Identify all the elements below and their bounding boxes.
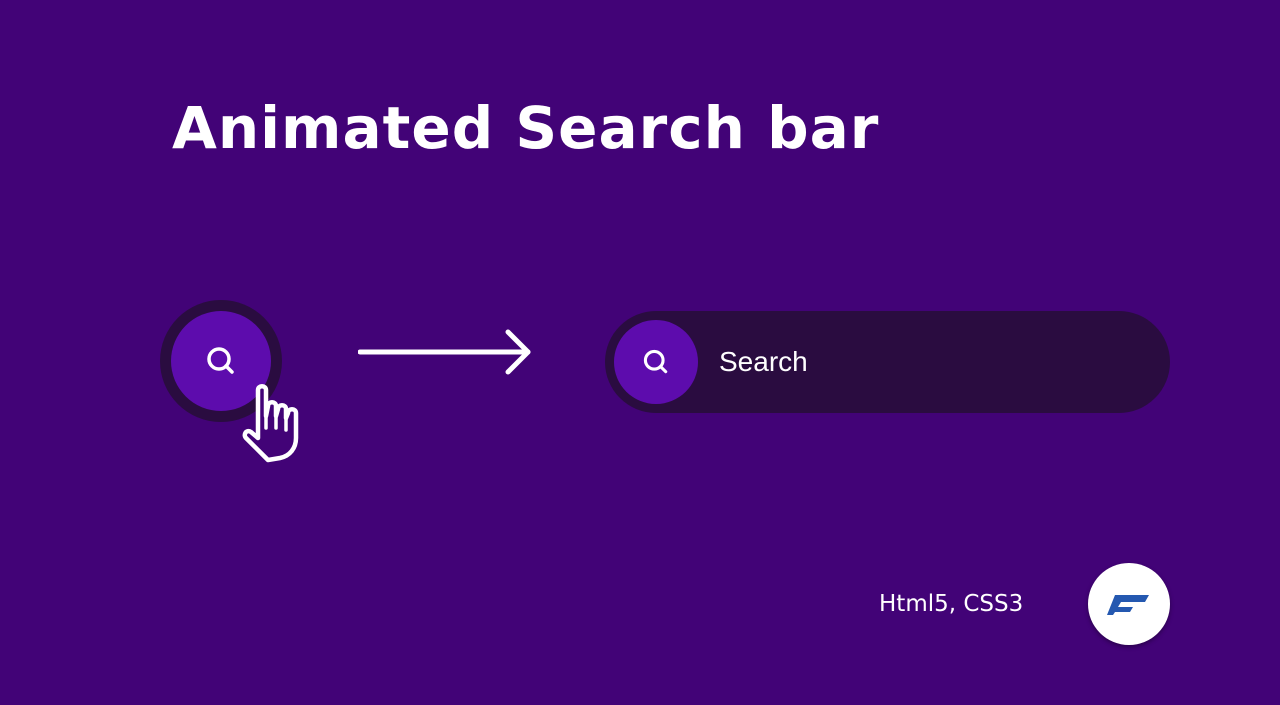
brand-logo — [1088, 563, 1170, 645]
arrow-right-icon — [358, 329, 531, 375]
expanded-search-bar — [605, 311, 1170, 413]
hand-pointer-icon — [242, 384, 299, 463]
search-icon — [207, 347, 234, 374]
tech-stack-label: Html5, CSS3 — [879, 591, 1024, 617]
search-input[interactable] — [719, 341, 1139, 383]
brand-logo-icon — [1107, 595, 1149, 615]
expanded-search-button[interactable] — [614, 320, 698, 404]
page-title: Animated Search bar — [172, 94, 880, 162]
search-icon — [643, 349, 668, 374]
